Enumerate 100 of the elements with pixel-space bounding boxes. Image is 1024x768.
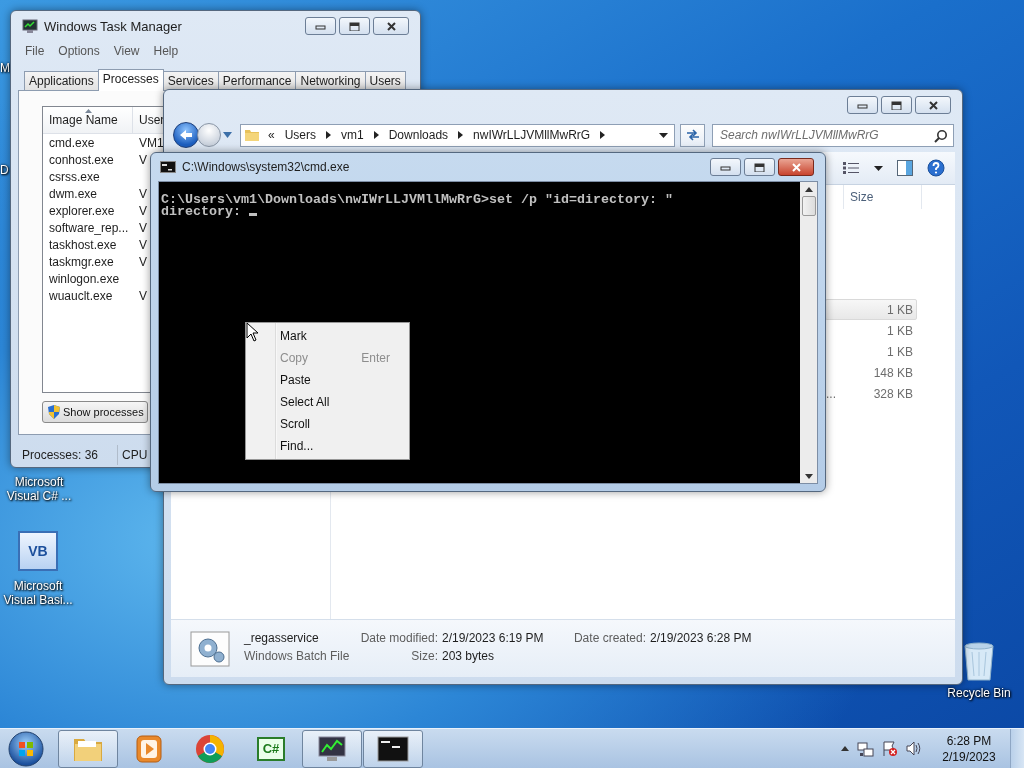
preview-pane-icon[interactable] xyxy=(897,160,913,176)
table-cell-text: taskhost.exe xyxy=(48,237,118,252)
file-row[interactable]: ... 328 KB xyxy=(825,383,917,404)
breadcrumb-item[interactable]: Downloads xyxy=(388,128,449,142)
address-bar[interactable]: « Users vm1 Downloads nwIWrLLJVMllMwRrG xyxy=(240,123,675,147)
console-line: C:\Users\vm1\Downloads\nwIWrLLJVMllMwRrG>set /p "id=directory: " xyxy=(161,194,674,206)
flag-icon[interactable] xyxy=(881,740,898,757)
detail-value: 203 bytes xyxy=(442,648,496,665)
refresh-button[interactable] xyxy=(680,123,705,147)
clock-time[interactable]: 6:28 PM xyxy=(946,732,992,749)
close-icon xyxy=(790,162,802,172)
tab[interactable]: Processes xyxy=(97,69,164,91)
detail-value: 2/19/2023 6:28 PM xyxy=(650,630,753,647)
table-cell-text: wuauclt.exe xyxy=(48,288,114,303)
breadcrumb-overflow[interactable]: « xyxy=(268,128,275,142)
taskbar-button[interactable]: C# xyxy=(241,729,301,768)
breadcrumb-item[interactable]: vm1 xyxy=(341,128,364,142)
table-cell-text: 1 KB xyxy=(886,323,914,338)
table-cell-text: V xyxy=(138,254,147,269)
close-button[interactable] xyxy=(778,158,814,176)
sort-arrow-icon xyxy=(84,109,92,113)
table-cell-text: explorer.exe xyxy=(48,203,116,218)
table-cell-text: 328 KB xyxy=(872,386,914,401)
clock-date[interactable]: 2/19/2023 xyxy=(942,748,996,765)
close-icon xyxy=(927,100,939,110)
menu-item[interactable]: Scroll xyxy=(246,413,409,435)
monitor-icon xyxy=(22,18,38,34)
view-options-icon[interactable] xyxy=(842,161,860,175)
gear-file-icon xyxy=(190,630,230,667)
table-cell-text: 1 KB xyxy=(886,344,914,359)
search-icon[interactable] xyxy=(934,128,948,143)
detail-label: Size: xyxy=(410,648,438,665)
table-cell-text: V xyxy=(138,220,147,235)
show-processes-button[interactable]: Show processes xyxy=(42,401,148,423)
start-button[interactable] xyxy=(7,729,45,768)
vertical-scrollbar[interactable] xyxy=(800,182,817,483)
media-player-icon xyxy=(133,732,165,765)
file-row[interactable]: 1 KB xyxy=(825,320,917,341)
maximize-button[interactable] xyxy=(339,17,370,35)
chevron-icon[interactable] xyxy=(600,131,606,139)
scroll-down-icon[interactable] xyxy=(804,473,813,479)
breadcrumb-item[interactable]: nwIWrLLJVMllMwRrG xyxy=(473,128,591,142)
minimize-button[interactable] xyxy=(710,158,741,176)
table-cell-text: software_rep... xyxy=(48,220,130,235)
chevron-icon[interactable] xyxy=(458,131,464,139)
speaker-icon[interactable] xyxy=(905,740,922,757)
dropdown-caret-icon[interactable] xyxy=(874,165,883,171)
column-header[interactable]: Size xyxy=(843,185,922,209)
table-cell-text: ... xyxy=(826,386,837,401)
chevron-icon[interactable] xyxy=(373,131,379,139)
taskbar-button[interactable] xyxy=(363,729,423,768)
menu-item[interactable]: Paste xyxy=(246,369,409,391)
icon-label[interactable]: Recycle Bin xyxy=(947,686,1011,700)
program-logo: C# xyxy=(257,736,285,761)
scroll-thumb[interactable] xyxy=(801,196,816,216)
status-text: Processes: 36 xyxy=(18,445,118,465)
program-logo[interactable]: VB xyxy=(18,531,58,571)
table-cell-text: conhost.exe xyxy=(48,152,115,167)
tab[interactable]: Applications xyxy=(24,71,99,90)
table-cell-text: csrss.exe xyxy=(48,169,101,184)
minimize-button[interactable] xyxy=(305,17,336,35)
table-cell-text: winlogon.exe xyxy=(48,271,121,286)
icon-label[interactable]: D xyxy=(0,163,9,177)
search-field[interactable]: Search nwIWrLLJVMllMwRrG xyxy=(712,123,954,147)
menu-item[interactable]: Help xyxy=(146,44,186,58)
menu-item[interactable]: File xyxy=(18,44,52,58)
close-icon xyxy=(385,21,397,31)
menu-item[interactable]: Options xyxy=(51,44,107,58)
maximize-button[interactable] xyxy=(881,96,912,114)
window-title: Windows Task Manager xyxy=(44,18,183,34)
menu-item[interactable]: Find... xyxy=(246,435,409,457)
console-icon xyxy=(160,161,176,173)
shield-icon xyxy=(46,404,62,420)
dropdown-caret-icon[interactable] xyxy=(659,132,668,138)
back-button[interactable] xyxy=(173,122,199,148)
console-icon xyxy=(377,733,409,764)
column-header[interactable]: Image Name xyxy=(43,107,133,134)
close-button[interactable] xyxy=(915,96,951,114)
menu-item[interactable]: Select All xyxy=(246,391,409,413)
maximize-icon xyxy=(754,162,765,172)
detail-label: Date modified: xyxy=(359,630,438,647)
network-icon[interactable] xyxy=(857,740,874,757)
file-row[interactable]: 148 KB xyxy=(825,362,917,383)
table-cell-text: VM1 xyxy=(138,135,164,150)
chevron-icon[interactable] xyxy=(326,131,332,139)
minimize-button[interactable] xyxy=(847,96,878,114)
file-row[interactable]: 1 KB xyxy=(825,341,917,362)
refresh-icon xyxy=(684,128,701,142)
table-cell-text: V xyxy=(138,152,147,167)
show-hidden-icons-button[interactable] xyxy=(840,745,850,752)
table-cell-text: V xyxy=(138,237,147,252)
menu-item[interactable]: View xyxy=(106,44,147,58)
breadcrumb-item[interactable]: Users xyxy=(284,128,317,142)
taskbar-button[interactable] xyxy=(302,729,362,768)
maximize-button[interactable] xyxy=(744,158,775,176)
file-row[interactable]: 1 KB xyxy=(825,299,917,320)
file-type: Windows Batch File xyxy=(244,648,351,665)
close-button[interactable] xyxy=(373,17,409,35)
help-icon[interactable] xyxy=(927,159,945,177)
table-cell-text: cmd.exe xyxy=(48,135,96,150)
